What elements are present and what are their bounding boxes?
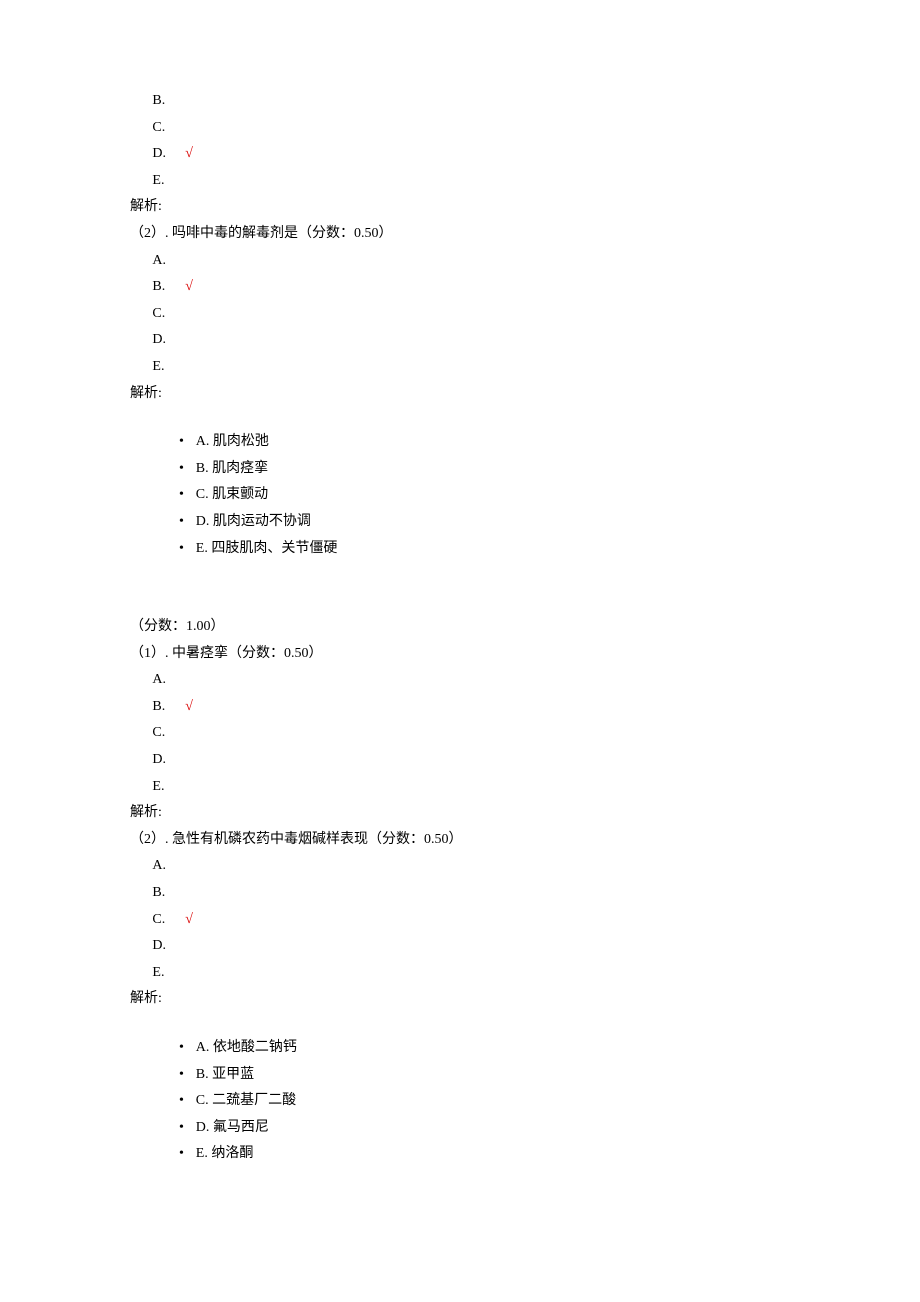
option-c[interactable]: C. √	[130, 907, 790, 934]
option-letter: C.	[152, 720, 174, 747]
option-letter: D.	[152, 933, 174, 960]
option-a[interactable]: A.	[130, 248, 790, 275]
option-a[interactable]: A.	[130, 853, 790, 880]
list-item: D. 氟马西尼	[179, 1115, 790, 1142]
option-letter: D.	[152, 327, 174, 354]
list-item: A. 肌肉松弛	[179, 429, 790, 456]
explanation-label: 解析:	[130, 194, 790, 221]
question-2-prompt: （2）. 吗啡中毒的解毒剂是（分数：0.50）	[130, 221, 790, 248]
option-e[interactable]: E.	[130, 960, 790, 987]
option-d[interactable]: D.	[130, 933, 790, 960]
list-item: E. 纳洛酮	[179, 1141, 790, 1168]
option-c[interactable]: C.	[130, 301, 790, 328]
option-letter: B.	[152, 274, 174, 301]
option-d[interactable]: D.	[130, 747, 790, 774]
option-letter: E.	[152, 774, 174, 801]
option-letter: C.	[152, 301, 174, 328]
explanation-label: 解析:	[130, 800, 790, 827]
option-letter: B.	[152, 694, 174, 721]
correct-mark: √	[185, 699, 193, 714]
correct-mark: √	[185, 279, 193, 294]
option-d[interactable]: D. √	[130, 141, 790, 168]
option-c[interactable]: C.	[130, 720, 790, 747]
option-e[interactable]: E.	[130, 774, 790, 801]
score-line: （分数：1.00）	[130, 614, 790, 641]
choice-list-2: A. 依地酸二钠钙 B. 亚甲蓝 C. 二巯基厂二酸 D. 氟马西尼 E. 纳洛…	[130, 1035, 790, 1168]
option-b[interactable]: B.	[130, 880, 790, 907]
list-item: C. 肌束颤动	[179, 482, 790, 509]
option-letter: C.	[152, 907, 174, 934]
option-letter: A.	[152, 248, 174, 275]
option-letter: C.	[152, 115, 174, 142]
list-item: C. 二巯基厂二酸	[179, 1088, 790, 1115]
list-item: B. 肌肉痉挛	[179, 456, 790, 483]
option-c[interactable]: C.	[130, 115, 790, 142]
explanation-label: 解析:	[130, 986, 790, 1013]
question-4-prompt: （2）. 急性有机磷农药中毒烟碱样表现（分数：0.50）	[130, 827, 790, 854]
option-e[interactable]: E.	[130, 354, 790, 381]
option-e[interactable]: E.	[130, 168, 790, 195]
option-letter: E.	[152, 168, 174, 195]
list-item: B. 亚甲蓝	[179, 1062, 790, 1089]
option-letter: E.	[152, 960, 174, 987]
choice-list-1: A. 肌肉松弛 B. 肌肉痉挛 C. 肌束颤动 D. 肌肉运动不协调 E. 四肢…	[130, 429, 790, 562]
option-b[interactable]: B.	[130, 88, 790, 115]
correct-mark: √	[185, 146, 193, 161]
option-letter: A.	[152, 667, 174, 694]
option-letter: A.	[152, 853, 174, 880]
list-item: E. 四肢肌肉、关节僵硬	[179, 536, 790, 563]
option-letter: D.	[152, 747, 174, 774]
explanation-label: 解析:	[130, 381, 790, 408]
option-letter: B.	[152, 88, 174, 115]
option-b[interactable]: B. √	[130, 274, 790, 301]
option-letter: B.	[152, 880, 174, 907]
list-item: D. 肌肉运动不协调	[179, 509, 790, 536]
option-b[interactable]: B. √	[130, 694, 790, 721]
correct-mark: √	[185, 912, 193, 927]
option-d[interactable]: D.	[130, 327, 790, 354]
list-item: A. 依地酸二钠钙	[179, 1035, 790, 1062]
option-letter: E.	[152, 354, 174, 381]
option-a[interactable]: A.	[130, 667, 790, 694]
option-letter: D.	[152, 141, 174, 168]
question-3-prompt: （1）. 中暑痉挛（分数：0.50）	[130, 641, 790, 668]
